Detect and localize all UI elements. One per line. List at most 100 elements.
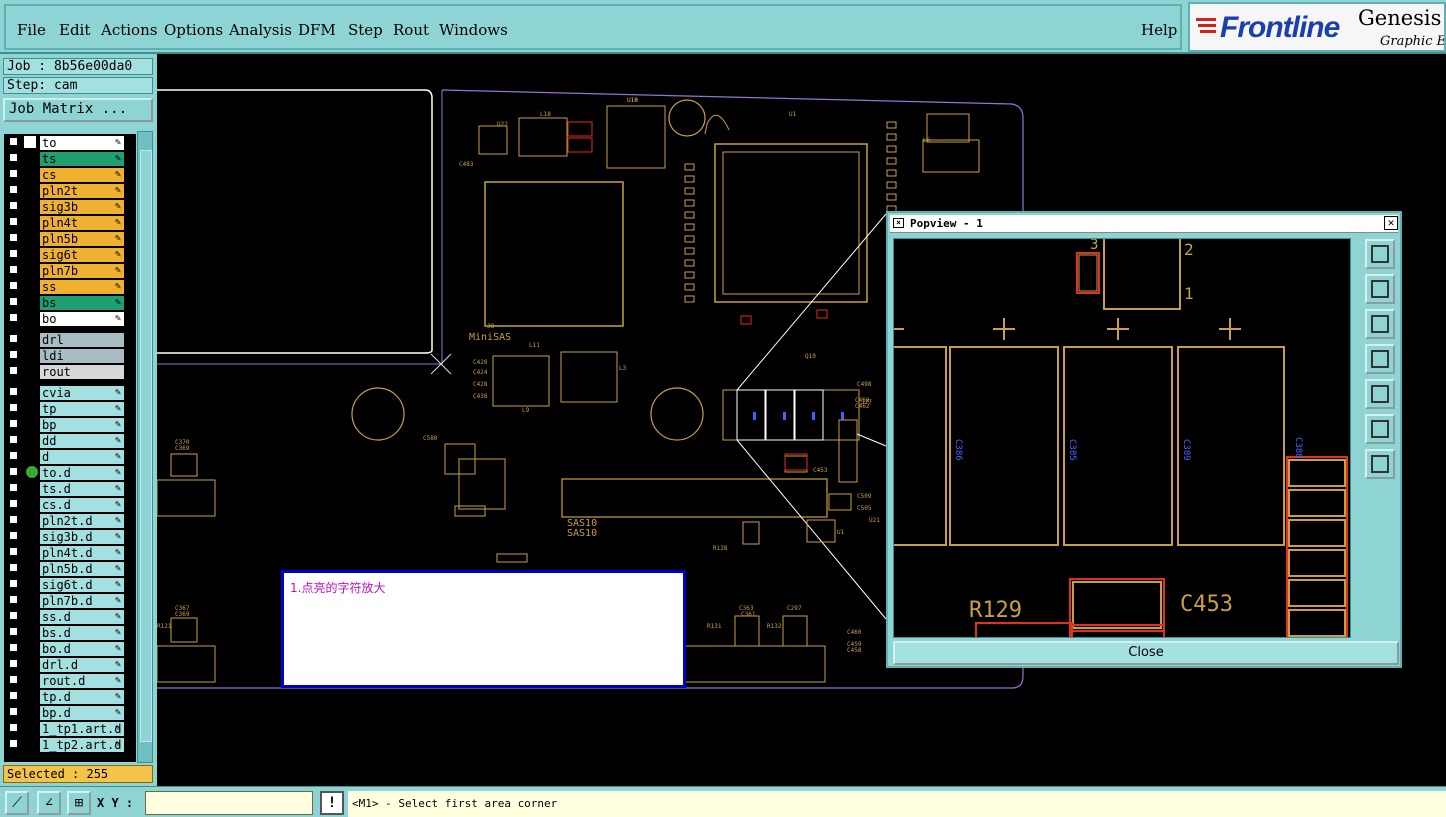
menu-rout[interactable]: Rout <box>393 21 429 39</box>
layer-name[interactable]: tp ✎ <box>40 402 124 416</box>
layer-checkbox[interactable] <box>9 723 18 732</box>
layer-name[interactable]: sig6t.d ✎ <box>40 578 124 592</box>
layer-name[interactable]: pln5b ✎ <box>40 232 124 246</box>
layer-checkbox[interactable] <box>9 366 18 375</box>
layer-name[interactable]: cvia ✎ <box>40 386 124 400</box>
layer-checkbox[interactable] <box>9 387 18 396</box>
layer-checkbox[interactable] <box>9 419 18 428</box>
layer-checkbox[interactable] <box>9 185 18 194</box>
menu-windows[interactable]: Windows <box>439 21 508 39</box>
menu-step[interactable]: Step <box>348 21 383 39</box>
layer-list-scrollbar[interactable] <box>137 131 153 763</box>
layer-checkbox[interactable] <box>9 169 18 178</box>
popview-canvas[interactable]: R129 C453 1 2 3 C386 C385 C389 C388 <box>893 238 1351 638</box>
layer-name[interactable]: dd ✎ <box>40 434 124 448</box>
menu-dfm[interactable]: DFM <box>298 21 336 39</box>
layer-checkbox[interactable] <box>9 675 18 684</box>
layer-checkbox[interactable] <box>9 611 18 620</box>
layer-checkbox[interactable] <box>9 595 18 604</box>
menu-actions[interactable]: Actions <box>101 21 157 39</box>
layer-row[interactable]: bs.d ✎ <box>4 626 126 640</box>
layer-row[interactable]: ss ✎ <box>4 280 126 294</box>
layer-row[interactable]: rout.d ✎ <box>4 674 126 688</box>
layer-name[interactable]: ss.d ✎ <box>40 610 124 624</box>
popview-close-button[interactable]: Close <box>893 641 1399 665</box>
layer-name[interactable]: sig6t ✎ <box>40 248 124 262</box>
layer-row[interactable]: cvia ✎ <box>4 386 126 400</box>
close-icon[interactable]: ✕ <box>1384 216 1398 230</box>
layer-checkbox[interactable] <box>9 483 18 492</box>
layer-row[interactable]: pln5b ✎ <box>4 232 126 246</box>
menu-edit[interactable]: Edit <box>59 21 90 39</box>
layer-name[interactable]: pln2t ✎ <box>40 184 124 198</box>
layer-name[interactable]: rout <box>40 365 124 379</box>
layer-name[interactable]: pln2t.d ✎ <box>40 514 124 528</box>
layer-row[interactable]: 1_tp1.art.d ✎ <box>4 722 126 736</box>
layer-row[interactable]: ts.d ✎ <box>4 482 126 496</box>
layer-checkbox[interactable] <box>9 707 18 716</box>
layer-checkbox[interactable] <box>9 531 18 540</box>
layer-name[interactable]: to ✎ <box>40 136 124 150</box>
layer-row[interactable]: bp.d ✎ <box>4 706 126 720</box>
layer-name[interactable]: 1_tp1.art.d ✎ <box>40 722 124 736</box>
xy-input[interactable] <box>145 791 313 815</box>
menu-analysis[interactable]: Analysis <box>229 21 292 39</box>
layer-checkbox[interactable] <box>9 313 18 322</box>
layer-row[interactable]: ldi <box>4 349 126 363</box>
layer-checkbox[interactable] <box>9 627 18 636</box>
layer-name[interactable]: bs.d ✎ <box>40 626 124 640</box>
layer-row[interactable]: ss.d ✎ <box>4 610 126 624</box>
layer-name[interactable]: rout.d ✎ <box>40 674 124 688</box>
layer-name[interactable]: ts.d ✎ <box>40 482 124 496</box>
layer-row[interactable]: pln4t ✎ <box>4 216 126 230</box>
layer-name[interactable]: pln4t ✎ <box>40 216 124 230</box>
zoom-out-icon[interactable] <box>1365 449 1395 479</box>
layer-row[interactable]: sig3b ✎ <box>4 200 126 214</box>
layer-name[interactable]: cs.d ✎ <box>40 498 124 512</box>
layer-name[interactable]: d ✎ <box>40 450 124 464</box>
layer-checkbox[interactable] <box>9 334 18 343</box>
layer-name[interactable]: ldi <box>40 349 124 363</box>
layer-checkbox[interactable] <box>9 233 18 242</box>
layer-name[interactable]: bs ✎ <box>40 296 124 310</box>
layer-row[interactable]: bo.d ✎ <box>4 642 126 656</box>
layer-row[interactable]: bs ✎ <box>4 296 126 310</box>
layer-checkbox[interactable] <box>9 515 18 524</box>
layer-checkbox[interactable] <box>9 249 18 258</box>
layer-row[interactable]: tp.d ✎ <box>4 690 126 704</box>
layer-name[interactable]: pln7b ✎ <box>40 264 124 278</box>
pan-up-icon[interactable] <box>1365 274 1395 304</box>
layer-checkbox[interactable] <box>9 691 18 700</box>
layer-name[interactable]: bp ✎ <box>40 418 124 432</box>
layer-row[interactable]: sig6t ✎ <box>4 248 126 262</box>
layer-checkbox[interactable] <box>9 499 18 508</box>
layer-row[interactable]: pln5b.d ✎ <box>4 562 126 576</box>
layer-name[interactable]: pln7b.d ✎ <box>40 594 124 608</box>
zoom-area-icon[interactable]: ⟋ <box>5 791 29 815</box>
layer-row[interactable]: dd ✎ <box>4 434 126 448</box>
layer-row[interactable]: pln4t.d ✎ <box>4 546 126 560</box>
layer-checkbox[interactable] <box>9 281 18 290</box>
layer-checkbox[interactable] <box>9 563 18 572</box>
layer-checkbox[interactable] <box>9 467 18 476</box>
layer-row[interactable]: bo ✎ <box>4 312 126 326</box>
layer-row[interactable]: cs ✎ <box>4 168 126 182</box>
job-matrix-button[interactable]: Job Matrix ... <box>3 98 153 122</box>
layer-name[interactable]: cs ✎ <box>40 168 124 182</box>
layer-name[interactable]: bo.d ✎ <box>40 642 124 656</box>
scrollbar-thumb[interactable] <box>140 150 152 742</box>
layer-name[interactable]: pln5b.d ✎ <box>40 562 124 576</box>
layer-checkbox[interactable] <box>9 403 18 412</box>
layer-name[interactable]: sig3b ✎ <box>40 200 124 214</box>
layer-name[interactable]: ss ✎ <box>40 280 124 294</box>
layer-row[interactable]: pln2t ✎ <box>4 184 126 198</box>
layer-name[interactable]: bo ✎ <box>40 312 124 326</box>
menu-file[interactable]: File <box>17 21 46 39</box>
layer-checkbox[interactable] <box>9 435 18 444</box>
zoom-in-icon[interactable] <box>1365 239 1395 269</box>
pan-down-icon[interactable] <box>1365 309 1395 339</box>
layer-name[interactable]: tp.d ✎ <box>40 690 124 704</box>
layer-row[interactable]: d ✎ <box>4 450 126 464</box>
measure-icon[interactable]: ∠ <box>37 791 61 815</box>
popview-titlebar[interactable]: × Popview - 1 <box>890 215 1398 233</box>
